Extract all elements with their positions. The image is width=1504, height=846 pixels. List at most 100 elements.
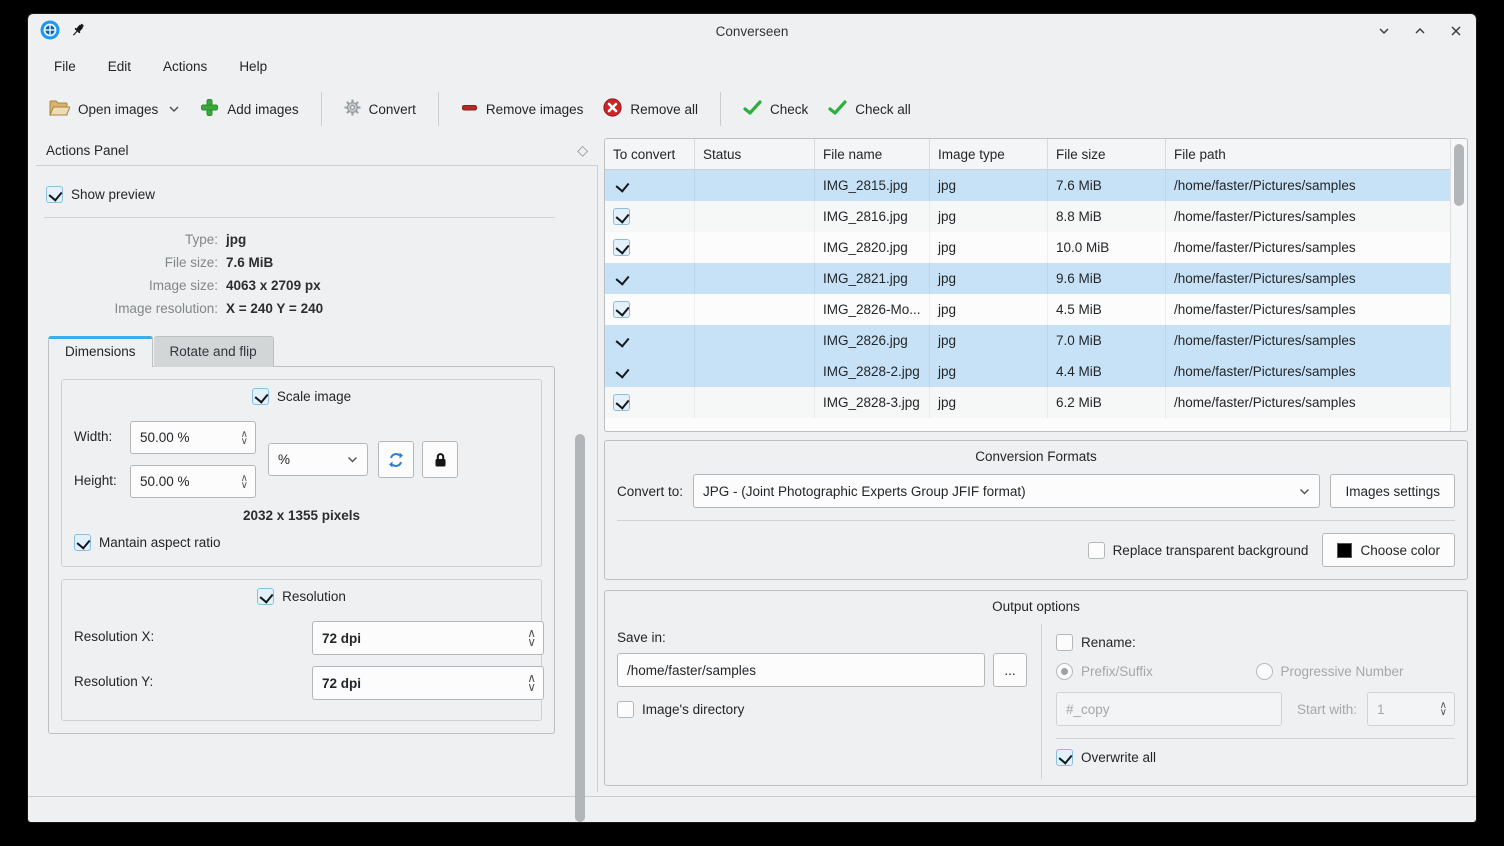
- table-row[interactable]: IMG_2828-3.jpgjpg6.2 MiB/home/faster/Pic…: [605, 387, 1450, 418]
- divider: [44, 217, 555, 218]
- to-convert-cell[interactable]: [605, 263, 695, 294]
- overwrite-all-label: Overwrite all: [1081, 750, 1156, 765]
- convert-button[interactable]: Convert: [334, 91, 426, 127]
- row-checkbox[interactable]: [613, 301, 630, 318]
- to-convert-cell[interactable]: [605, 325, 695, 356]
- remove-images-button[interactable]: Remove images: [451, 91, 594, 127]
- choose-color-button[interactable]: Choose color: [1322, 533, 1455, 567]
- close-icon[interactable]: [1448, 23, 1464, 39]
- height-spinner[interactable]: 50.00 % ∧∨: [130, 465, 256, 498]
- open-images-label: Open images: [78, 102, 158, 117]
- format-combobox[interactable]: JPG - (Joint Photographic Experts Group …: [693, 474, 1320, 508]
- rename-checkbox[interactable]: Rename:: [1056, 634, 1455, 651]
- output-options-title: Output options: [617, 599, 1455, 614]
- table-row[interactable]: IMG_2828-2.jpgjpg4.4 MiB/home/faster/Pic…: [605, 356, 1450, 387]
- row-checkbox[interactable]: [613, 208, 630, 225]
- table-row[interactable]: IMG_2820.jpgjpg10.0 MiB/home/faster/Pict…: [605, 232, 1450, 263]
- to-convert-cell[interactable]: [605, 294, 695, 325]
- resolution-checkbox[interactable]: Resolution: [257, 588, 346, 605]
- checkbox-box: [617, 701, 634, 718]
- resolution-x-spinner[interactable]: 72 dpi ∧∨: [312, 621, 544, 655]
- sync-dimensions-button[interactable]: [378, 441, 414, 478]
- start-with-spinner[interactable]: 1 ∧∨: [1367, 692, 1455, 726]
- row-checkbox[interactable]: [613, 270, 630, 287]
- height-value: 50.00 %: [140, 474, 190, 489]
- rename-pattern-input[interactable]: [1056, 692, 1282, 726]
- file-name-cell: IMG_2826.jpg: [815, 325, 930, 356]
- file-size-label: File size:: [40, 255, 218, 270]
- lock-aspect-button[interactable]: [422, 441, 458, 478]
- rename-label: Rename:: [1081, 635, 1136, 650]
- table-scrollbar[interactable]: [1450, 139, 1467, 431]
- table-row[interactable]: IMG_2815.jpgjpg7.6 MiB/home/faster/Pictu…: [605, 170, 1450, 201]
- resolution-x-value: 72 dpi: [322, 631, 361, 646]
- row-checkbox[interactable]: [613, 363, 630, 380]
- unit-combobox[interactable]: %: [268, 443, 368, 476]
- file-name-cell: IMG_2821.jpg: [815, 263, 930, 294]
- table-row[interactable]: IMG_2826.jpgjpg7.0 MiB/home/faster/Pictu…: [605, 325, 1450, 356]
- progressive-number-radio[interactable]: Progressive Number: [1256, 663, 1456, 680]
- row-checkbox[interactable]: [613, 394, 630, 411]
- save-in-input[interactable]: [617, 653, 985, 687]
- scale-image-checkbox[interactable]: Scale image: [252, 388, 351, 405]
- table-row[interactable]: IMG_2821.jpgjpg9.6 MiB/home/faster/Pictu…: [605, 263, 1450, 294]
- image-resolution-value: X = 240 Y = 240: [226, 301, 559, 316]
- browse-button[interactable]: ...: [993, 653, 1027, 687]
- spin-arrows-icon[interactable]: ∧∨: [527, 674, 536, 692]
- checkbox-box: [252, 388, 269, 405]
- column-header-file-path[interactable]: File path: [1166, 139, 1450, 169]
- overwrite-all-checkbox[interactable]: Overwrite all: [1056, 749, 1455, 766]
- menu-file[interactable]: File: [42, 55, 88, 78]
- add-images-button[interactable]: Add images: [190, 90, 308, 128]
- width-spinner[interactable]: 50.00 % ∧∨: [130, 421, 256, 454]
- show-preview-checkbox[interactable]: Show preview: [46, 186, 555, 203]
- tab-dimensions[interactable]: Dimensions: [48, 336, 153, 367]
- row-checkbox[interactable]: [613, 239, 630, 256]
- table-scrollbar-thumb[interactable]: [1454, 144, 1464, 206]
- to-convert-cell[interactable]: [605, 356, 695, 387]
- column-header-image-type[interactable]: Image type: [930, 139, 1048, 169]
- maintain-aspect-ratio-checkbox[interactable]: Mantain aspect ratio: [74, 534, 221, 551]
- images-directory-checkbox[interactable]: Image's directory: [617, 701, 1027, 718]
- table-row[interactable]: IMG_2826-Mo...jpg4.5 MiB/home/faster/Pic…: [605, 294, 1450, 325]
- column-header-status[interactable]: Status: [695, 139, 815, 169]
- spin-arrows-icon[interactable]: ∧∨: [1440, 702, 1447, 716]
- spin-arrows-icon[interactable]: ∧∨: [241, 431, 248, 445]
- table-row[interactable]: IMG_2816.jpgjpg8.8 MiB/home/faster/Pictu…: [605, 201, 1450, 232]
- row-checkbox[interactable]: [613, 177, 630, 194]
- to-convert-cell[interactable]: [605, 232, 695, 263]
- menu-edit[interactable]: Edit: [96, 55, 143, 78]
- resolution-y-spinner[interactable]: 72 dpi ∧∨: [312, 666, 544, 700]
- spin-arrows-icon[interactable]: ∧∨: [241, 475, 248, 489]
- images-settings-button[interactable]: Images settings: [1330, 474, 1455, 508]
- open-images-button[interactable]: Open images: [38, 90, 190, 128]
- title-bar: Converseen: [28, 14, 1476, 48]
- column-header-file-name[interactable]: File name: [815, 139, 930, 169]
- check-all-button[interactable]: Check all: [818, 92, 921, 126]
- minimize-icon[interactable]: [1376, 23, 1392, 39]
- file-size-cell: 4.4 MiB: [1048, 356, 1166, 387]
- file-size-cell: 7.6 MiB: [1048, 170, 1166, 201]
- to-convert-cell[interactable]: [605, 387, 695, 418]
- red-cross-circle-icon: [603, 98, 622, 120]
- column-header-file-size[interactable]: File size: [1048, 139, 1166, 169]
- replace-transparent-background-checkbox[interactable]: Replace transparent background: [1088, 542, 1309, 559]
- menu-actions[interactable]: Actions: [151, 55, 219, 78]
- check-button[interactable]: Check: [733, 92, 818, 126]
- column-header-to-convert[interactable]: To convert: [605, 139, 695, 169]
- spin-arrows-icon[interactable]: ∧∨: [527, 629, 536, 647]
- tab-rotate-and-flip[interactable]: Rotate and flip: [154, 336, 274, 367]
- to-convert-cell[interactable]: [605, 170, 695, 201]
- to-convert-cell[interactable]: [605, 201, 695, 232]
- add-images-label: Add images: [227, 102, 298, 117]
- status-cell: [695, 356, 815, 387]
- panel-scrollbar-thumb[interactable]: [575, 434, 585, 822]
- row-checkbox[interactable]: [613, 332, 630, 349]
- menu-help[interactable]: Help: [227, 55, 279, 78]
- float-panel-icon[interactable]: ◇: [577, 142, 588, 159]
- format-value: JPG - (Joint Photographic Experts Group …: [703, 484, 1026, 499]
- maximize-icon[interactable]: [1412, 23, 1428, 39]
- prefix-suffix-radio[interactable]: Prefix/Suffix: [1056, 663, 1256, 680]
- remove-all-button[interactable]: Remove all: [593, 90, 708, 128]
- type-label: Type:: [40, 232, 218, 247]
